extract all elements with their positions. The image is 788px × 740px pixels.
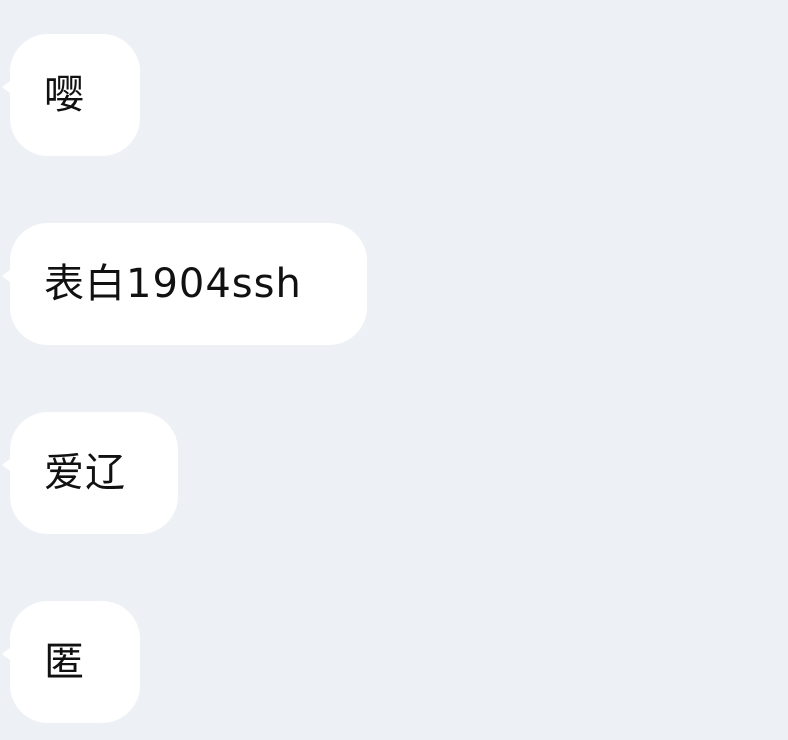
chat-message-list: 嘤 表白1904ssh 爱辽 匿: [0, 0, 788, 740]
message-bubble[interactable]: 表白1904ssh: [2, 223, 367, 345]
message-text: 嘤: [44, 72, 85, 118]
message-text: 爱辽: [44, 450, 126, 496]
message-text: 表白1904ssh: [44, 261, 302, 307]
message-bubble[interactable]: 匿: [2, 601, 140, 723]
message-text: 匿: [44, 639, 85, 685]
message-bubble[interactable]: 嘤: [2, 34, 140, 156]
message-bubble[interactable]: 爱辽: [2, 412, 178, 534]
